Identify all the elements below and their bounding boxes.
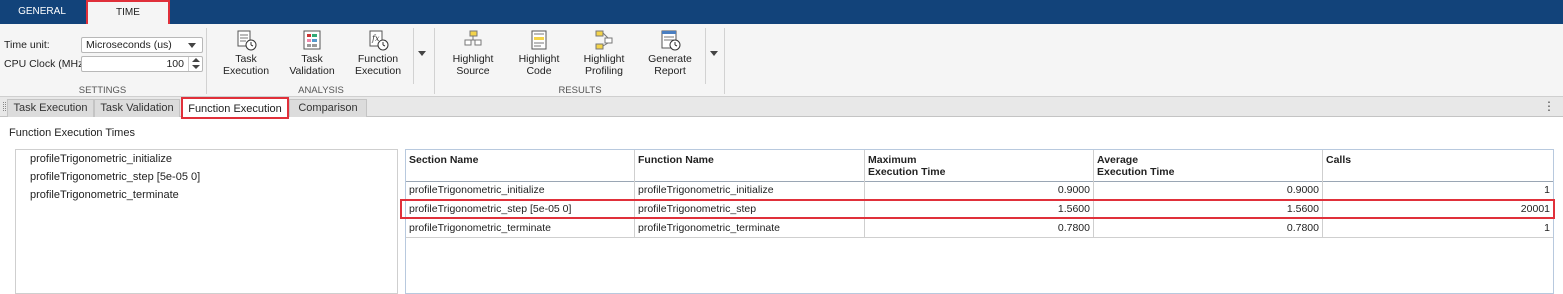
highlight-code-button[interactable]: Highlight Code <box>508 29 570 79</box>
highlight-profiling-icon <box>595 30 613 50</box>
task-execution-line1: Task <box>235 53 257 65</box>
highlight-source-icon <box>464 30 482 46</box>
list-item[interactable]: profileTrigonometric_initialize <box>30 153 172 165</box>
svg-text:fx: fx <box>371 34 380 43</box>
task-validation-icon <box>303 30 321 50</box>
table-cell[interactable]: 0.7800 <box>1094 219 1323 238</box>
time-unit-label: Time unit: <box>4 39 50 51</box>
task-validation-button[interactable]: Task Validation <box>281 29 343 79</box>
table-cell[interactable]: 1 <box>1323 219 1553 238</box>
table-cell[interactable]: 1 <box>1323 181 1553 200</box>
function-execution-icon: fx <box>369 30 389 51</box>
highlight-code-icon <box>531 30 547 50</box>
task-validation-line2: Validation <box>289 65 335 77</box>
generate-report-button[interactable]: Generate Report <box>639 29 701 79</box>
highlight-source-line1: Highlight <box>452 53 494 65</box>
function-execution-button[interactable]: fx Function Execution <box>347 29 409 79</box>
document-tab-bar: Task Execution Task Validation Function … <box>0 97 1563 119</box>
table-cell[interactable]: 1.5600 <box>1094 200 1323 219</box>
cpu-clock-label: CPU Clock (MHz): <box>4 58 90 70</box>
time-unit-dropdown[interactable]: Microseconds (us) <box>81 37 203 53</box>
table-cell[interactable]: profileTrigonometric_initialize <box>406 181 635 200</box>
function-execution-line2: Execution <box>354 65 402 77</box>
divider <box>206 28 207 94</box>
tab-function-execution[interactable]: Function Execution <box>181 97 289 119</box>
settings-section-label: SETTINGS <box>78 85 127 96</box>
table-cell[interactable]: profileTrigonometric_terminate <box>635 219 865 238</box>
cpu-clock-value: 100 <box>166 58 184 70</box>
highlight-profiling-line1: Highlight <box>583 53 625 65</box>
more-options-icon[interactable]: ⋮ <box>1543 100 1555 112</box>
highlight-profiling-line2: Profiling <box>585 65 623 77</box>
spinner-arrows[interactable] <box>188 57 202 71</box>
cpu-clock-spinner[interactable]: 100 <box>81 56 203 72</box>
header-line: Execution Time <box>1097 166 1175 178</box>
chevron-down-icon <box>188 43 196 48</box>
generate-report-line1: Generate <box>648 53 692 65</box>
column-header-function-name[interactable]: Function Name <box>635 150 865 182</box>
analysis-section-label: ANALYSIS <box>298 85 344 96</box>
ribbon-tab-strip: GENERAL TIME PROFILING <box>0 0 1563 40</box>
table-cell[interactable]: profileTrigonometric_initialize <box>635 181 865 200</box>
tab-general[interactable]: GENERAL <box>12 0 72 24</box>
task-execution-line2: Execution <box>222 65 270 77</box>
column-header-section-name[interactable]: Section Name <box>406 150 635 182</box>
divider <box>705 28 706 84</box>
table-cell[interactable]: 0.7800 <box>865 219 1094 238</box>
table-cell[interactable]: profileTrigonometric_terminate <box>406 219 635 238</box>
analysis-more-icon[interactable] <box>418 51 426 56</box>
highlight-source-button[interactable]: Highlight Source <box>442 29 504 79</box>
list-item[interactable]: profileTrigonometric_terminate <box>30 189 179 201</box>
table-cell[interactable]: 20001 <box>1323 200 1553 219</box>
column-header-avg-time[interactable]: Average Execution Time <box>1094 150 1323 182</box>
ribbon: Time unit: Microseconds (us) CPU Clock (… <box>0 24 1563 97</box>
execution-times-table: Section Name Function Name Maximum Execu… <box>405 149 1554 294</box>
column-header-max-time[interactable]: Maximum Execution Time <box>865 150 1094 182</box>
function-execution-line1: Function <box>357 53 399 65</box>
header-line: Execution Time <box>868 166 946 178</box>
function-list: profileTrigonometric_initialize profileT… <box>15 149 398 294</box>
generate-report-line2: Report <box>654 65 686 77</box>
divider <box>434 28 435 94</box>
tab-task-validation[interactable]: Task Validation <box>94 99 180 117</box>
tab-time-profiling[interactable]: TIME PROFILING <box>86 0 170 40</box>
generate-report-icon <box>661 30 681 51</box>
results-more-icon[interactable] <box>710 51 718 56</box>
tab-comparison[interactable]: Comparison <box>289 99 367 117</box>
table-cell[interactable]: profileTrigonometric_step [5e-05 0] <box>406 200 635 219</box>
table-cell[interactable]: 0.9000 <box>865 181 1094 200</box>
header-line: Maximum <box>868 154 917 166</box>
highlight-code-line2: Code <box>526 65 552 77</box>
spin-down-icon[interactable] <box>192 65 200 69</box>
drag-handle-icon[interactable] <box>3 102 6 111</box>
divider <box>413 28 414 84</box>
table-cell[interactable]: 1.5600 <box>865 200 1094 219</box>
results-section-label: RESULTS <box>558 85 602 96</box>
time-unit-value: Microseconds (us) <box>86 39 172 51</box>
tab-task-execution[interactable]: Task Execution <box>7 99 94 117</box>
header-line: Average <box>1097 154 1139 166</box>
highlight-code-line1: Highlight <box>518 53 560 65</box>
column-header-calls[interactable]: Calls <box>1323 150 1553 182</box>
content-title: Function Execution Times <box>9 127 135 139</box>
task-execution-icon <box>237 30 257 51</box>
divider <box>724 28 725 94</box>
table-cell[interactable]: 0.9000 <box>1094 181 1323 200</box>
table-cell[interactable]: profileTrigonometric_step <box>635 200 865 219</box>
task-execution-button[interactable]: Task Execution <box>215 29 277 79</box>
highlight-profiling-button[interactable]: Highlight Profiling <box>573 29 635 79</box>
list-item[interactable]: profileTrigonometric_step [5e-05 0] <box>30 171 200 183</box>
spin-up-icon[interactable] <box>192 58 200 62</box>
highlight-source-line2: Source <box>456 65 490 77</box>
task-validation-line1: Task <box>301 53 323 65</box>
